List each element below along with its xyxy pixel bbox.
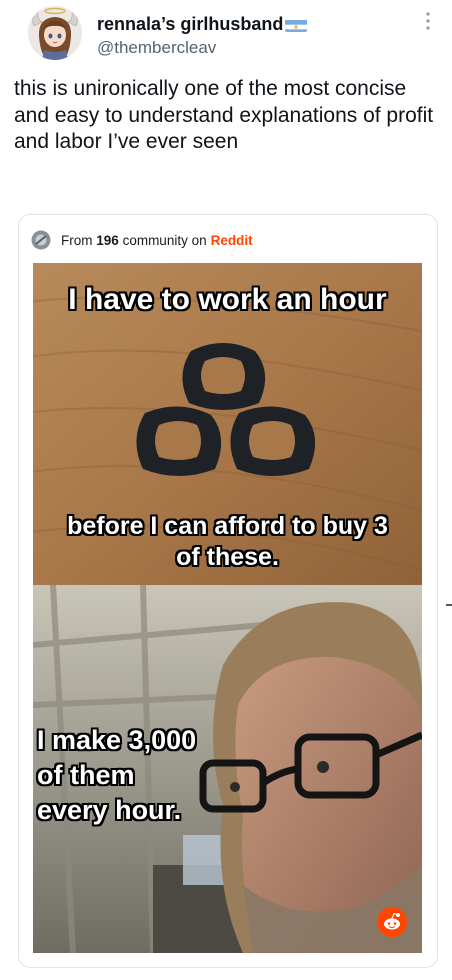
avatar[interactable] xyxy=(28,6,82,60)
meme-panel-bottom: I make 3,000 of them every hour. xyxy=(33,585,422,953)
anime-avatar-icon xyxy=(28,6,82,60)
flag-icon xyxy=(285,18,308,32)
community-count: 196 xyxy=(96,232,119,248)
more-vertical-icon[interactable] xyxy=(420,10,436,32)
meme-caption-middle: before I can afford to buy 3 of these. xyxy=(33,511,422,573)
platform-link[interactable]: Reddit xyxy=(211,233,253,248)
community-icon xyxy=(31,230,51,250)
display-name[interactable]: rennala’s girlhusband xyxy=(97,14,308,35)
source-prefix: From xyxy=(61,232,93,248)
reddit-embed-card[interactable]: From 196 community on Reddit I have to w… xyxy=(18,214,438,968)
meme-caption-middle-line1: before I can afford to buy 3 xyxy=(67,512,388,540)
tweet-header: rennala’s girlhusband @thembercleav xyxy=(0,0,452,70)
embed-source[interactable]: From 196 community on Reddit xyxy=(31,229,253,251)
meme-caption-bottom-line1: I make 3,000 xyxy=(37,725,197,755)
community-word: community on xyxy=(122,232,207,248)
reddit-logo-icon[interactable] xyxy=(377,907,407,937)
tweet-text: this is unironically one of the most con… xyxy=(14,77,434,153)
meme-caption-bottom: I make 3,000 of them every hour. xyxy=(37,723,196,828)
meme-caption-top: I have to work an hour xyxy=(68,283,387,316)
meme-caption-bottom-line3: every hour. xyxy=(37,795,182,825)
user-handle[interactable]: @thembercleav xyxy=(97,38,216,58)
meme-caption-middle-line2: of these. xyxy=(176,543,279,571)
edge-mark xyxy=(446,604,452,606)
meme-caption-bottom-line2: of them xyxy=(37,760,135,790)
meme-panel-top: I have to work an hour before I can affo… xyxy=(33,263,422,585)
display-name-text: rennala’s girlhusband xyxy=(97,14,284,34)
